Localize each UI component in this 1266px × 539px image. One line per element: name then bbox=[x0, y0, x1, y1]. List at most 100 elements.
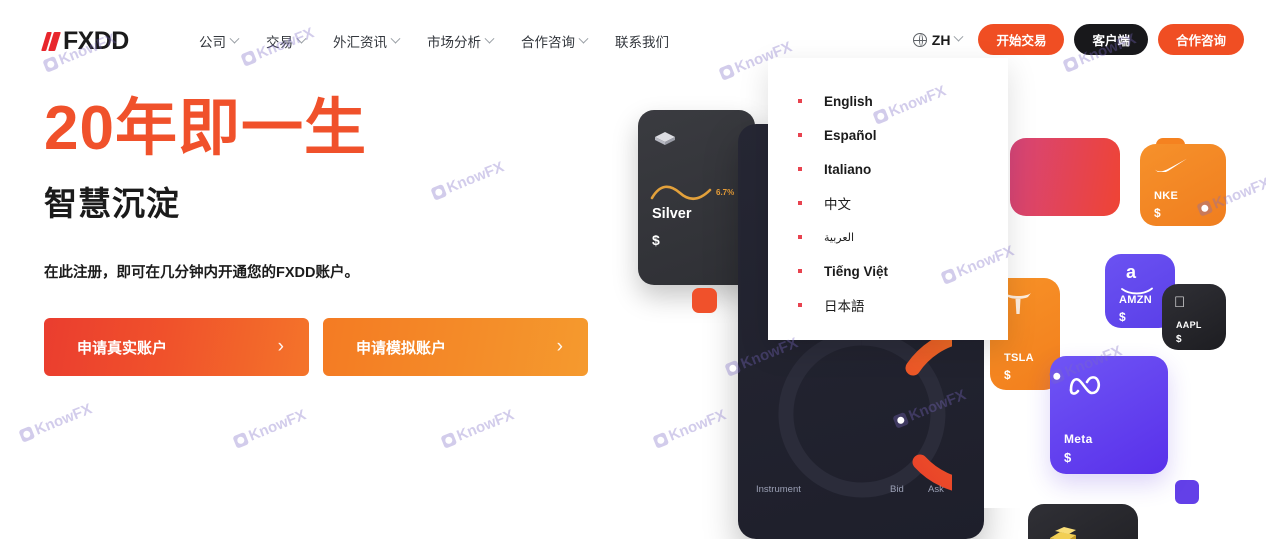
fxdd-logo-icon bbox=[41, 32, 61, 51]
chevron-down-icon bbox=[954, 31, 964, 42]
decorative-pink-card bbox=[1010, 138, 1120, 216]
nav-item-label: 公司 bbox=[199, 35, 226, 50]
chevron-down-icon bbox=[296, 33, 307, 44]
main-nav: 公司 交易 外汇资讯 市场分析 合作咨询 联系我们 bbox=[199, 31, 669, 51]
language-option-label: Español bbox=[824, 127, 877, 143]
nav-item-label: 联系我们 bbox=[615, 35, 669, 50]
gold-bar-icon bbox=[1046, 522, 1080, 539]
bullet-icon bbox=[798, 303, 802, 307]
ticker-currency: $ bbox=[1176, 334, 1182, 345]
header-actions: ZH 开始交易 客户端 合作咨询 bbox=[912, 24, 1244, 55]
hero-subheadline: 智慧沉淀 bbox=[44, 185, 180, 223]
ticker-symbol: Meta bbox=[1064, 432, 1093, 446]
bullet-icon bbox=[798, 235, 802, 239]
nike-swoosh-icon bbox=[1154, 158, 1188, 177]
brand-name: FXDD bbox=[63, 27, 129, 55]
knowfx-badge-icon bbox=[232, 431, 250, 449]
partnership-button[interactable]: 合作咨询 bbox=[1157, 24, 1244, 55]
language-option-chinese[interactable]: 中文 bbox=[768, 186, 1008, 220]
language-code: ZH bbox=[931, 31, 951, 48]
globe-icon bbox=[912, 32, 927, 47]
silver-currency: $ bbox=[652, 232, 660, 248]
language-option-label: العربية bbox=[824, 231, 855, 244]
hero-headline: 20年即一生 bbox=[44, 94, 367, 163]
language-dropdown-menu: English Español Italiano 中文 العربية Tiến… bbox=[768, 58, 1008, 340]
language-option-arabic[interactable]: العربية bbox=[768, 220, 1008, 254]
nav-item-company[interactable]: 公司 bbox=[199, 31, 240, 51]
meta-infinity-icon bbox=[1066, 372, 1106, 403]
ticker-symbol: AMZN bbox=[1119, 294, 1152, 306]
knowfx-badge-icon bbox=[18, 425, 36, 443]
start-trading-button[interactable]: 开始交易 bbox=[978, 24, 1065, 55]
bullet-icon bbox=[798, 133, 802, 137]
language-option-vietnamese[interactable]: Tiếng Việt bbox=[768, 254, 1008, 288]
sparkline-icon bbox=[650, 182, 712, 209]
watermark: KnowFX bbox=[440, 406, 516, 450]
nav-item-trading[interactable]: 交易 bbox=[266, 31, 307, 51]
chevron-down-icon bbox=[390, 33, 401, 44]
instrument-column-label: Instrument bbox=[756, 484, 801, 495]
language-selector[interactable]: ZH bbox=[912, 31, 964, 48]
knowfx-badge-icon bbox=[440, 431, 458, 449]
ticker-card-meta: Meta $ bbox=[1050, 356, 1168, 474]
chevron-down-icon bbox=[484, 33, 495, 44]
open-demo-account-button[interactable]: 申请模拟账户 › bbox=[323, 318, 588, 377]
bullet-icon bbox=[798, 167, 802, 171]
language-option-label: 日本語 bbox=[824, 299, 865, 314]
progress-dial bbox=[772, 324, 1060, 504]
nav-item-label: 外汇资讯 bbox=[333, 35, 387, 50]
bullet-icon bbox=[798, 201, 802, 205]
watermark: KnowFX bbox=[232, 406, 308, 450]
amazon-a-icon: a bbox=[1126, 262, 1137, 282]
nav-item-partnership[interactable]: 合作咨询 bbox=[521, 31, 589, 51]
chevron-down-icon bbox=[229, 33, 240, 44]
nav-item-label: 市场分析 bbox=[427, 35, 481, 50]
apple-icon:  bbox=[1174, 294, 1185, 311]
nav-item-market-analysis[interactable]: 市场分析 bbox=[427, 31, 495, 51]
nav-item-contact[interactable]: 联系我们 bbox=[615, 31, 669, 51]
ask-column-label: Ask bbox=[928, 484, 944, 495]
hero-copy: 20年即一生 智慧沉淀 在此注册，即可在几分钟内开通您的FXDD账户。 申请真实… bbox=[44, 94, 604, 377]
chevron-right-icon: › bbox=[277, 336, 284, 358]
language-option-label: Tiếng Việt bbox=[824, 263, 889, 279]
nav-item-forex-news[interactable]: 外汇资讯 bbox=[333, 31, 401, 51]
watermark: KnowFX bbox=[18, 400, 95, 444]
silver-name: Silver bbox=[652, 206, 692, 222]
bullet-icon bbox=[798, 269, 802, 273]
gold-instrument-card bbox=[1028, 504, 1138, 539]
hero-description: 在此注册，即可在几分钟内开通您的FXDD账户。 bbox=[44, 265, 359, 282]
chevron-down-icon bbox=[578, 33, 589, 44]
language-option-italiano[interactable]: Italiano bbox=[768, 152, 1008, 186]
language-option-espanol[interactable]: Español bbox=[768, 118, 1008, 152]
cta-label: 申请模拟账户 bbox=[356, 339, 447, 357]
ticker-symbol: NKE bbox=[1154, 190, 1179, 202]
language-option-label: 中文 bbox=[824, 197, 851, 212]
nav-item-label: 交易 bbox=[266, 35, 293, 50]
ticker-symbol: AAPL bbox=[1176, 320, 1202, 330]
silver-change-value: 6.7% bbox=[716, 188, 735, 197]
client-portal-button[interactable]: 客户端 bbox=[1074, 24, 1148, 55]
hero-cta-group: 申请真实账户 › 申请模拟账户 › bbox=[44, 318, 604, 377]
bullet-icon bbox=[798, 99, 802, 103]
ticker-card-aapl:  AAPL $ bbox=[1162, 284, 1226, 350]
chevron-right-icon: › bbox=[556, 336, 563, 358]
ticker-currency: $ bbox=[1154, 206, 1161, 220]
open-live-account-button[interactable]: 申请真实账户 › bbox=[44, 318, 309, 377]
language-option-english[interactable]: English bbox=[768, 84, 1008, 118]
language-option-label: English bbox=[824, 93, 873, 109]
bid-column-label: Bid bbox=[890, 484, 904, 495]
ticker-currency: $ bbox=[1119, 310, 1126, 324]
silver-bar-icon bbox=[652, 126, 678, 152]
language-option-japanese[interactable]: 日本語 bbox=[768, 288, 1008, 322]
nav-item-label: 合作咨询 bbox=[521, 35, 575, 50]
decorative-purple-square-small bbox=[1175, 480, 1199, 504]
page-root: FXDD 公司 交易 外汇资讯 市场分析 合作咨询 联系我们 ZH 开始交易 客… bbox=[0, 0, 1266, 539]
ticker-currency: $ bbox=[1004, 368, 1011, 382]
ticker-symbol: TSLA bbox=[1004, 352, 1034, 364]
site-header: FXDD 公司 交易 外汇资讯 市场分析 合作咨询 联系我们 ZH 开始交易 客… bbox=[0, 0, 1266, 80]
fxdd-logo[interactable]: FXDD bbox=[41, 27, 129, 56]
ticker-card-nke: NKE $ bbox=[1140, 144, 1226, 226]
language-option-label: Italiano bbox=[824, 161, 872, 177]
ticker-currency: $ bbox=[1064, 450, 1072, 465]
cta-label: 申请真实账户 bbox=[77, 339, 168, 357]
